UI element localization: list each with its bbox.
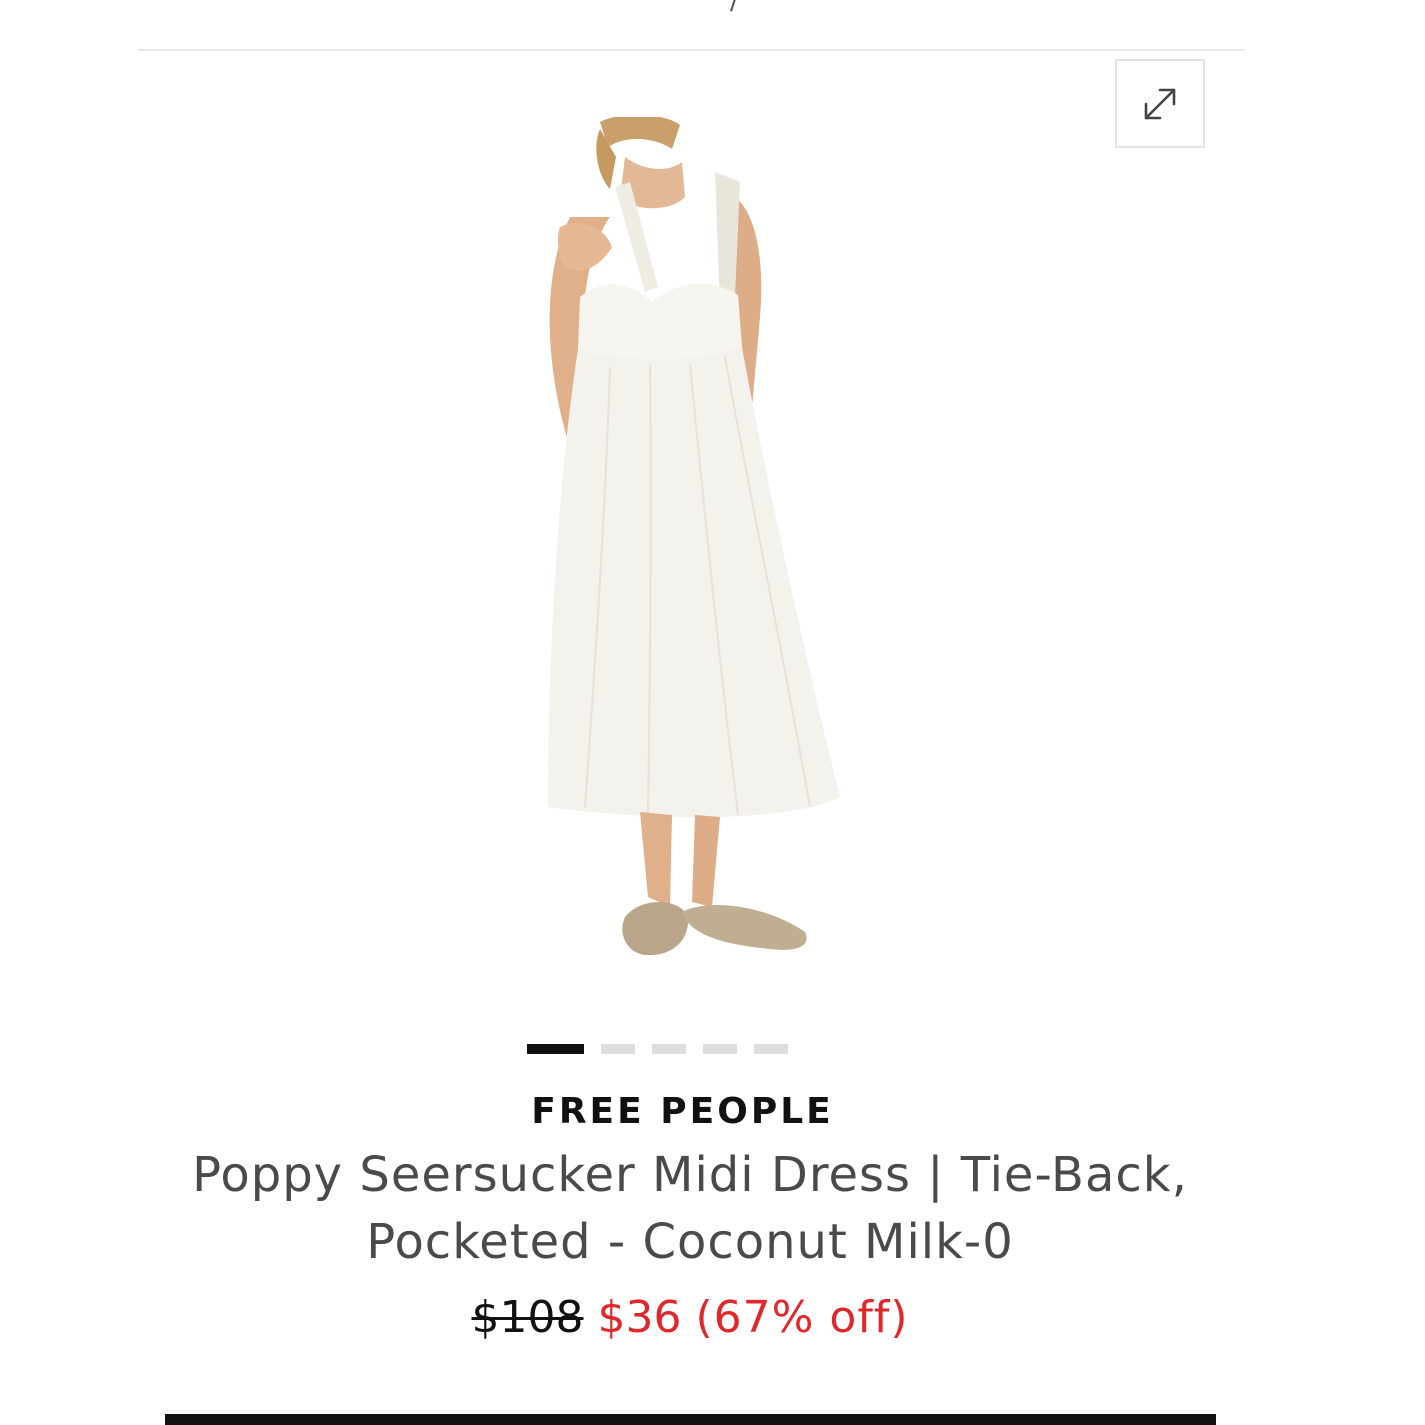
model-figure (548, 117, 840, 956)
expand-image-button[interactable] (1115, 59, 1205, 148)
pagination-dot-1[interactable] (527, 1044, 584, 1054)
image-pagination (0, 1044, 1425, 1054)
product-title: Poppy Seersucker Midi Dress | Tie-Back, … (192, 1147, 1188, 1270)
pagination-dot-3[interactable] (652, 1044, 686, 1054)
breadcrumb-separator: / (730, 0, 739, 16)
price: $108 $36 (67% off) (0, 1292, 1380, 1343)
pagination-dot-5[interactable] (754, 1044, 788, 1054)
brand-name[interactable]: FREE PEOPLE (0, 1091, 1365, 1132)
product-image[interactable] (420, 117, 980, 987)
product-page: / FREE PEOPLE Poppy Seersucker Midi Dres… (0, 0, 1425, 1425)
pagination-dot-2[interactable] (601, 1044, 635, 1054)
divider (138, 49, 1245, 51)
original-price: $108 (471, 1292, 584, 1343)
pagination-dot-4[interactable] (703, 1044, 737, 1054)
discount-label: (67% off) (695, 1292, 909, 1343)
expand-diagonal-arrows-icon (1144, 88, 1176, 119)
sale-price: $36 (597, 1292, 682, 1343)
add-to-bag-button-edge[interactable] (165, 1414, 1216, 1425)
